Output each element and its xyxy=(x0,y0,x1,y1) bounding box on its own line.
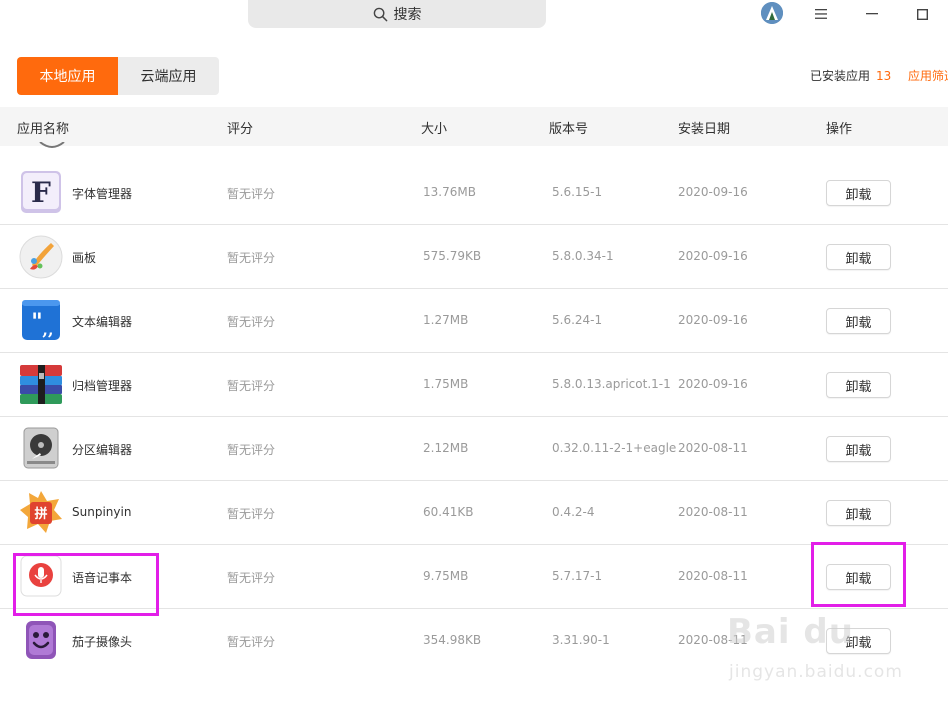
column-header-rating: 评分 xyxy=(227,122,254,137)
table-row[interactable]: ",, 文本编辑器 暂无评分 1.27MB 5.6.24-1 2020-09-1… xyxy=(0,289,948,353)
titlebar: 搜索 xyxy=(0,0,948,40)
column-header-action: 操作 xyxy=(826,122,853,137)
app-size: 9.75MB xyxy=(423,569,469,583)
app-version: 5.8.0.34-1 xyxy=(552,249,614,263)
uninstall-button[interactable]: 卸载 xyxy=(826,180,891,206)
app-install-date: 2020-09-16 xyxy=(678,249,748,263)
app-size: 13.76MB xyxy=(423,185,476,199)
table-row[interactable]: 分区编辑器 暂无评分 2.12MB 0.32.0.11-2-1+eagle 20… xyxy=(0,417,948,481)
app-install-date: 2020-09-16 xyxy=(678,313,748,327)
watermark-logo: Bai du xyxy=(727,612,854,652)
camera-icon xyxy=(26,621,56,659)
tab-bar: 本地应用 云端应用 xyxy=(17,57,219,95)
app-name: 归档管理器 xyxy=(72,379,133,393)
search-icon xyxy=(373,7,387,21)
svg-text:拼: 拼 xyxy=(34,506,47,522)
installed-label: 已安装应用 xyxy=(810,69,871,83)
partition-editor-icon xyxy=(23,427,59,469)
app-rating: 暂无评分 xyxy=(227,187,276,201)
uninstall-button[interactable]: 卸载 xyxy=(826,308,891,334)
app-rating: 暂无评分 xyxy=(227,379,276,393)
svg-text:F: F xyxy=(31,176,51,209)
app-install-date: 2020-08-11 xyxy=(678,505,748,519)
app-version: 0.32.0.11-2-1+eagle xyxy=(552,441,677,455)
app-size: 2.12MB xyxy=(423,441,469,455)
draw-icon xyxy=(19,235,63,279)
app-rating: 暂无评分 xyxy=(227,571,276,585)
app-size: 1.75MB xyxy=(423,377,469,391)
highlight-box-app xyxy=(13,553,159,616)
app-rating: 暂无评分 xyxy=(227,443,276,457)
table-row[interactable]: 归档管理器 暂无评分 1.75MB 5.8.0.13.apricot.1-1 2… xyxy=(0,353,948,417)
table-row[interactable]: 画板 暂无评分 575.79KB 5.8.0.34-1 2020-09-16 卸… xyxy=(0,225,948,289)
app-version: 5.8.0.13.apricot.1-1 xyxy=(552,377,671,391)
app-version: 5.6.24-1 xyxy=(552,313,603,327)
app-name: 分区编辑器 xyxy=(72,443,133,457)
app-install-date: 2020-09-16 xyxy=(678,185,748,199)
app-version: 5.7.17-1 xyxy=(552,569,603,583)
app-filter-link[interactable]: 应用筛选 xyxy=(908,67,948,84)
app-install-date: 2020-09-16 xyxy=(678,377,748,391)
app-rating: 暂无评分 xyxy=(227,315,276,329)
watermark-url: jingyan.baidu.com xyxy=(729,662,903,682)
app-name: 字体管理器 xyxy=(72,187,133,201)
app-rating: 暂无评分 xyxy=(227,507,276,521)
app-name: 文本编辑器 xyxy=(72,315,133,329)
minimize-icon[interactable] xyxy=(862,4,882,24)
highlight-box-uninstall xyxy=(811,542,906,607)
font-manager-icon: F xyxy=(21,171,61,213)
app-name: 茄子摄像头 xyxy=(72,635,133,649)
menu-icon[interactable] xyxy=(811,4,831,24)
installed-count: 13 xyxy=(876,69,892,83)
partial-app-icon xyxy=(39,142,65,148)
app-rating: 暂无评分 xyxy=(227,251,276,265)
maximize-icon[interactable] xyxy=(912,4,932,24)
uninstall-button[interactable]: 卸载 xyxy=(826,372,891,398)
baidu-watermark: Bai du jingyan.baidu.com xyxy=(727,612,917,692)
installed-summary: 已安装应用 13 xyxy=(810,67,891,84)
table-row[interactable]: 拼 Sunpinyin 暂无评分 60.41KB 0.4.2-4 2020-08… xyxy=(0,481,948,545)
avatar[interactable] xyxy=(761,2,783,24)
text-editor-icon: ",, xyxy=(22,300,60,340)
svg-text:,,: ,, xyxy=(42,320,53,339)
column-header-install-date: 安装日期 xyxy=(678,122,731,137)
column-header-name: 应用名称 xyxy=(17,122,70,137)
column-header-version: 版本号 xyxy=(549,122,589,137)
table-header: 应用名称 评分 大小 版本号 安装日期 操作 xyxy=(0,107,948,146)
app-name: 画板 xyxy=(72,251,97,265)
app-size: 575.79KB xyxy=(423,249,482,263)
app-install-date: 2020-08-11 xyxy=(678,441,748,455)
app-name: Sunpinyin xyxy=(72,505,132,519)
pinyin-icon: 拼 xyxy=(20,491,62,533)
app-size: 354.98KB xyxy=(423,633,482,647)
search-box[interactable]: 搜索 xyxy=(248,0,546,28)
uninstall-button[interactable]: 卸载 xyxy=(826,244,891,270)
app-version: 3.31.90-1 xyxy=(552,633,610,647)
search-label: 搜索 xyxy=(393,7,422,23)
column-header-size: 大小 xyxy=(421,122,448,137)
archive-manager-icon xyxy=(20,365,62,404)
app-version: 5.6.15-1 xyxy=(552,185,603,199)
uninstall-button[interactable]: 卸载 xyxy=(826,436,891,462)
svg-text:": " xyxy=(31,309,42,335)
tab-cloud-apps[interactable]: 云端应用 xyxy=(118,57,219,95)
table-row[interactable]: F 字体管理器 暂无评分 13.76MB 5.6.15-1 2020-09-16… xyxy=(0,161,948,225)
app-rating: 暂无评分 xyxy=(227,635,276,649)
app-size: 60.41KB xyxy=(423,505,474,519)
app-size: 1.27MB xyxy=(423,313,469,327)
tab-local-apps[interactable]: 本地应用 xyxy=(17,57,118,95)
uninstall-button[interactable]: 卸载 xyxy=(826,500,891,526)
app-version: 0.4.2-4 xyxy=(552,505,595,519)
app-install-date: 2020-08-11 xyxy=(678,569,748,583)
